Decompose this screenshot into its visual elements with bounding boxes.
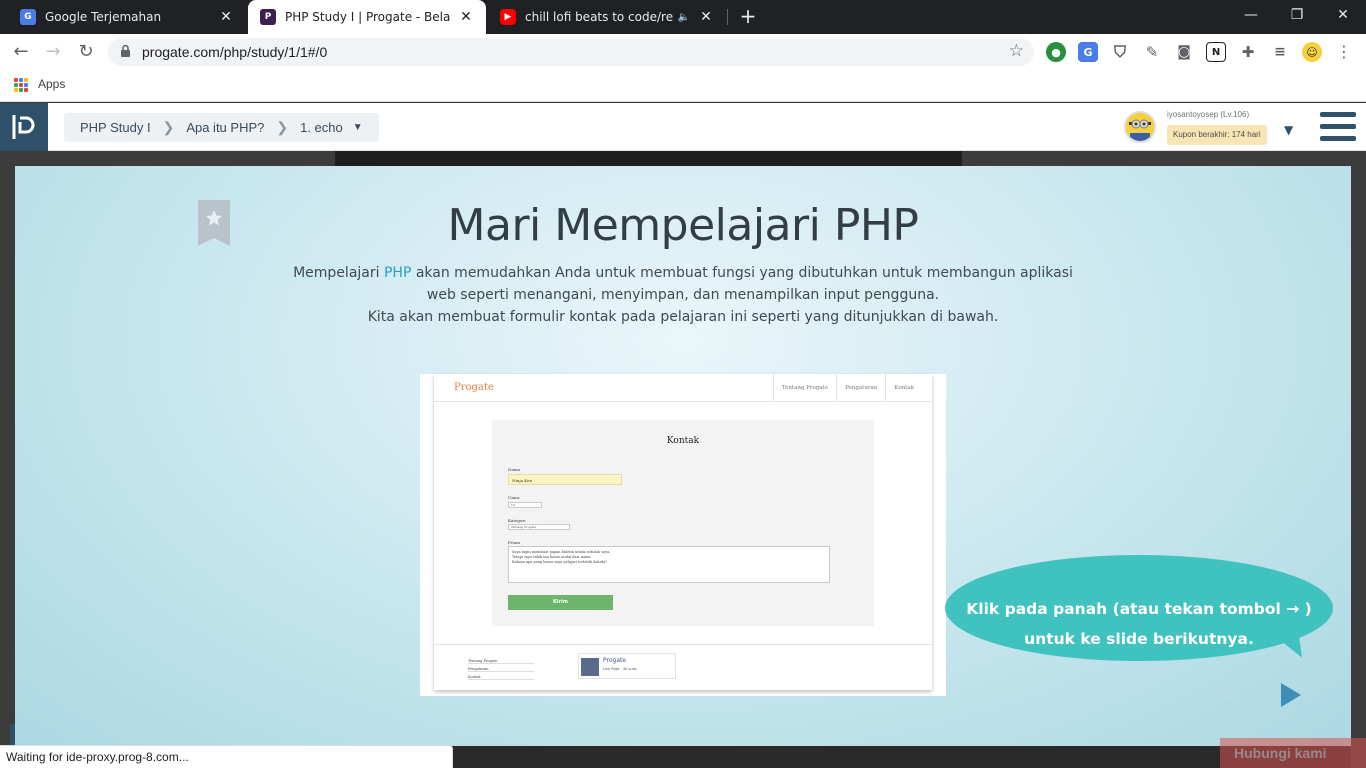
close-icon[interactable]: ✕ xyxy=(458,9,474,25)
media-control-icon[interactable]: ≡ xyxy=(1270,42,1290,62)
browser-toolbar: ← → ↻ progate.com/php/study/1/1#/0 ☆ ● G… xyxy=(0,34,1366,70)
example-age-select: 14 xyxy=(508,502,542,508)
desc-rest: akan memudahkan Anda untuk membuat fungs… xyxy=(411,265,1073,303)
prev-slide-arrow-icon[interactable] xyxy=(1220,683,1240,707)
desc-prefix: Mempelajari xyxy=(293,265,384,281)
google-translate-icon: G xyxy=(20,9,36,25)
chevron-right-icon: ❯ xyxy=(276,119,289,135)
minimize-button[interactable]: — xyxy=(1228,0,1274,30)
extensions-puzzle-icon[interactable]: ✚ xyxy=(1238,42,1258,62)
close-icon[interactable]: ✕ xyxy=(698,9,714,25)
example-nav-links: Tentang Progate Pengaturan Kontak xyxy=(772,374,922,402)
lesson-top-strip xyxy=(335,151,962,166)
example-form: Kontak Nama Ninja Ken Umur 14 Kategori T… xyxy=(492,420,874,626)
desc-line3: Kita akan membuat formulir kontak pada p… xyxy=(367,309,999,325)
translate-extension-icon[interactable]: G xyxy=(1078,42,1098,62)
slide-panel: Mari Mempelajari PHP Mempelajari PHP aka… xyxy=(15,166,1351,746)
close-window-button[interactable]: ✕ xyxy=(1320,0,1366,30)
example-label-name: Nama xyxy=(508,467,521,472)
example-category-select: Tentang Progate xyxy=(508,524,570,530)
next-slide-arrow-icon[interactable] xyxy=(1281,683,1301,707)
example-message-line: Bahasa apa yang harus saya pelajari terl… xyxy=(512,560,608,564)
contact-us-button[interactable]: Hubungi kami xyxy=(1220,738,1366,768)
user-avatar[interactable] xyxy=(1124,111,1156,143)
desc-highlight-php: PHP xyxy=(383,265,412,281)
example-form-title: Kontak xyxy=(666,436,700,446)
example-label-age: Umur xyxy=(508,495,520,500)
chrome-menu-icon[interactable]: ⋮ xyxy=(1331,39,1357,65)
tab-title: chill lofi beats to code/relax t xyxy=(525,10,674,24)
example-message-textarea: Saya ingin membuat papan buletin untuk s… xyxy=(508,546,830,583)
breadcrumb-slide[interactable]: 1. echo xyxy=(300,120,343,135)
close-icon[interactable]: ✕ xyxy=(218,9,234,25)
reload-button[interactable]: ↻ xyxy=(73,39,99,65)
camera-extension-icon[interactable]: ◙ xyxy=(1174,42,1194,62)
back-button[interactable]: ← xyxy=(8,39,34,65)
hamburger-menu-icon[interactable] xyxy=(1320,112,1356,142)
tab-youtube[interactable]: ▶ chill lofi beats to code/relax t 🔈 ✕ xyxy=(488,0,726,34)
forward-button[interactable]: → xyxy=(40,39,66,65)
breadcrumb-course[interactable]: PHP Study I xyxy=(80,120,151,135)
example-page: Progate Tentang Progate Pengaturan Konta… xyxy=(434,374,932,690)
lock-icon xyxy=(121,44,130,57)
example-nav-link: Kontak xyxy=(885,374,922,402)
caret-down-icon[interactable]: ▼ xyxy=(353,122,363,133)
breadcrumb: PHP Study I ❯ Apa itu PHP? ❯ 1. echo ▼ xyxy=(64,113,379,142)
progate-logo[interactable] xyxy=(0,103,48,151)
example-nav-link: Tentang Progate xyxy=(772,374,836,402)
example-submit-button: Kirim xyxy=(508,595,613,610)
progate-icon: P xyxy=(260,9,276,25)
pocket-extension-icon[interactable]: ⛉ xyxy=(1110,42,1130,62)
browser-tab-strip: G Google Terjemahan ✕ P PHP Study I | Pr… xyxy=(0,0,1366,34)
slide-description: Mempelajari PHP akan memudahkan Anda unt… xyxy=(285,262,1081,328)
example-label-message: Pesan xyxy=(508,540,520,545)
new-tab-button[interactable]: + xyxy=(736,5,760,29)
coupon-badge: Kupon berakhir: 174 hari xyxy=(1167,125,1267,145)
example-footer-link: Pengaturan xyxy=(468,667,534,672)
tab-separator xyxy=(727,9,728,25)
example-fb-name: Progate xyxy=(603,657,627,664)
tab-title: PHP Study I | Progate - Belajar co xyxy=(285,10,450,24)
example-logo: Progate xyxy=(454,382,494,393)
username: iyosantoyosep (Lv.106) xyxy=(1167,110,1250,119)
example-footer-link: Tentang Progate xyxy=(468,659,534,664)
progate-header: PHP Study I ❯ Apa itu PHP? ❯ 1. echo ▼ i… xyxy=(0,103,1366,151)
hint-bubble-text: Klik pada panah (atau tekan tombol → ) u… xyxy=(966,600,1312,648)
progate-logo-icon xyxy=(12,115,35,139)
bookmarks-bar: Apps xyxy=(0,70,1366,102)
address-bar[interactable]: progate.com/php/study/1/1#/0 ☆ xyxy=(108,38,1034,66)
example-footer: Tentang Progate Pengaturan Kontak Progat… xyxy=(434,644,932,690)
url-text: progate.com/php/study/1/1#/0 xyxy=(142,44,328,60)
pen-extension-icon[interactable]: ✎ xyxy=(1142,42,1162,62)
minion-avatar-icon xyxy=(1126,113,1154,141)
example-label-category: Kategori xyxy=(508,518,526,523)
tab-progate[interactable]: P PHP Study I | Progate - Belajar co ✕ xyxy=(248,0,486,34)
youtube-icon: ▶ xyxy=(500,9,516,25)
notion-extension-icon[interactable]: N xyxy=(1206,42,1226,62)
slide-title: Mari Mempelajari PHP xyxy=(447,200,919,251)
example-facebook-box: Progate Like Page · 4K suka xyxy=(578,653,676,679)
breadcrumb-lesson[interactable]: Apa itu PHP? xyxy=(186,120,264,135)
bookmark-star-icon[interactable]: ☆ xyxy=(1009,41,1024,61)
tab-title: Google Terjemahan xyxy=(45,10,162,24)
restore-button[interactable]: ❐ xyxy=(1274,0,1320,30)
globe-extension-icon[interactable]: ● xyxy=(1046,42,1066,62)
example-footer-link: Kontak xyxy=(468,675,534,680)
example-navbar: Progate Tentang Progate Pengaturan Konta… xyxy=(434,374,932,402)
example-name-input: Ninja Ken xyxy=(508,474,622,485)
chevron-right-icon: ❯ xyxy=(162,119,175,135)
example-fb-like: Like Page · 4K suka xyxy=(603,667,637,671)
example-screenshot: Progate Tentang Progate Pengaturan Konta… xyxy=(420,374,946,696)
tab-google-translate[interactable]: G Google Terjemahan ✕ xyxy=(8,0,246,34)
user-menu-caret-icon[interactable]: ▼ xyxy=(1284,123,1293,137)
browser-status-bar: Waiting for ide-proxy.prog-8.com... xyxy=(0,745,453,768)
example-nav-link: Pengaturan xyxy=(836,374,885,402)
example-fb-picture xyxy=(581,658,599,676)
apps-link[interactable]: Apps xyxy=(38,77,65,91)
speaker-icon[interactable]: 🔈 xyxy=(678,12,690,23)
profile-avatar-icon[interactable]: ☺ xyxy=(1302,42,1322,62)
apps-grid-icon[interactable] xyxy=(14,78,28,92)
